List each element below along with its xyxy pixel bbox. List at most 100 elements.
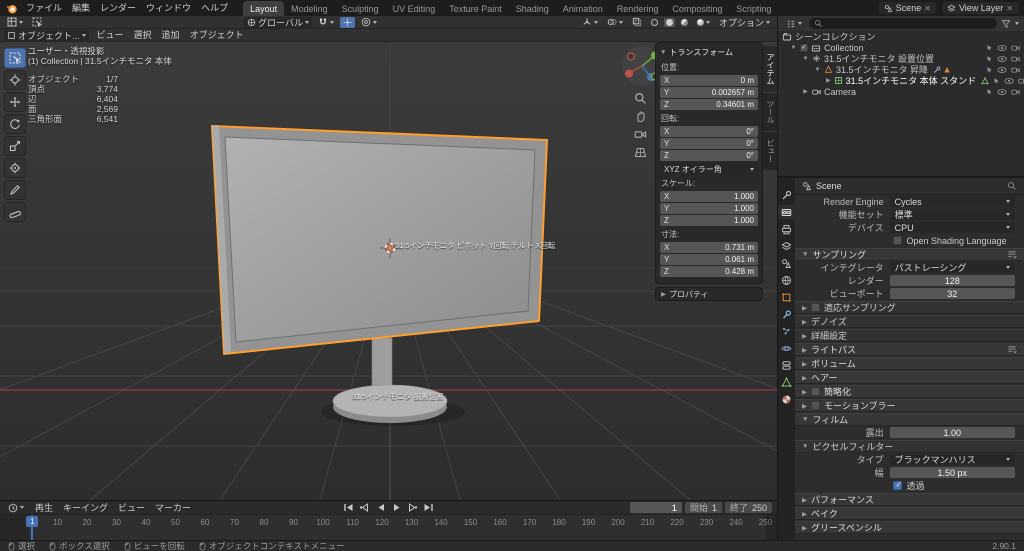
tool-cursor[interactable] <box>4 70 26 90</box>
render-camera-toggle[interactable] <box>1011 88 1020 96</box>
subsection-adaptive-sampling[interactable]: ▶ 適応サンプリング <box>795 301 1024 314</box>
tab-material[interactable] <box>778 392 795 406</box>
tab-particles[interactable] <box>778 324 795 338</box>
sidebar-tab-view[interactable]: ビュー <box>763 132 777 170</box>
properties-collapsed-panel[interactable]: ▶ プロパティ <box>655 287 763 301</box>
topbar-menu-item[interactable]: ファイル <box>21 0 67 16</box>
expand-arrow-icon[interactable]: ▼ <box>802 56 809 62</box>
section-performance[interactable]: ▶ パフォーマンス <box>795 493 1024 506</box>
filter-button[interactable] <box>1001 19 1011 29</box>
outliner-row-camera[interactable]: ▶ Camera <box>778 86 1024 97</box>
subsection-pixel-filter[interactable]: ▼ ピクセルフィルター <box>795 440 1024 453</box>
dimension-field[interactable]: Z 0.428 m <box>660 266 758 277</box>
workspace-tab[interactable]: Shading <box>509 1 556 16</box>
render-engine-dropdown[interactable]: Cycles <box>889 196 1015 207</box>
overlays-dropdown[interactable] <box>604 17 626 28</box>
rotation-field[interactable]: X 0° <box>660 126 758 137</box>
workspace-tab[interactable]: Rendering <box>610 1 666 16</box>
location-field[interactable]: X 0 m <box>660 75 758 86</box>
visibility-eye-toggle[interactable] <box>997 66 1007 74</box>
active-tool-button[interactable] <box>29 17 45 28</box>
section-motion-blur[interactable]: ▶ モーションブラー <box>795 399 1024 412</box>
viewport-menu-item[interactable]: オブジェクト <box>185 27 249 43</box>
workspace-tab[interactable]: Modeling <box>284 1 335 16</box>
selectable-toggle[interactable] <box>985 55 993 63</box>
timeline-menu-item[interactable]: マーカー <box>150 500 196 516</box>
sidebar-tab-item[interactable]: アイテム <box>763 46 777 92</box>
selectable-toggle[interactable] <box>985 44 993 52</box>
expand-arrow-icon[interactable]: ▼ <box>814 67 821 73</box>
selectable-toggle[interactable] <box>992 77 1000 85</box>
zoom-button[interactable] <box>634 92 647 105</box>
outliner-editor-type-button[interactable] <box>783 18 805 29</box>
monitor-stand-column[interactable] <box>371 337 393 391</box>
filter-width-field[interactable]: 1.50 px <box>889 467 1015 478</box>
scene-selector[interactable]: Scene ✕ <box>878 2 936 14</box>
workspace-tab[interactable]: Layout <box>243 1 285 16</box>
expand-arrow-icon[interactable]: ▶ <box>802 88 809 95</box>
tool-measure[interactable] <box>4 202 26 222</box>
cone-data-icon[interactable] <box>943 66 951 74</box>
view-layer-selector[interactable]: View Layer ✕ <box>941 2 1018 14</box>
feature-set-dropdown[interactable]: 標準 <box>889 209 1015 220</box>
osl-checkbox[interactable] <box>893 236 903 245</box>
tab-world[interactable] <box>778 273 795 287</box>
tab-modifiers[interactable] <box>778 307 795 321</box>
visibility-eye-toggle[interactable] <box>1004 77 1014 85</box>
breadcrumb[interactable]: Scene <box>802 181 842 191</box>
scale-field[interactable]: Y 1.000 <box>660 203 758 214</box>
motion-blur-checkbox[interactable] <box>811 401 820 410</box>
viewport-menu-item[interactable]: 追加 <box>157 27 185 43</box>
chevron-down-icon[interactable] <box>1015 22 1019 25</box>
visibility-eye-toggle[interactable] <box>997 44 1007 52</box>
presets-icon[interactable] <box>1007 250 1017 259</box>
tool-move[interactable] <box>4 92 26 112</box>
section-bake[interactable]: ▶ ベイク <box>795 507 1024 520</box>
properties-search-button[interactable] <box>1007 181 1017 191</box>
view-layer-unlink-icon[interactable]: ✕ <box>1006 4 1013 13</box>
tool-rotate[interactable] <box>4 114 26 134</box>
start-frame-field[interactable]: 開始 1 <box>684 502 722 513</box>
tab-render[interactable] <box>778 205 795 219</box>
xray-toggle-button[interactable] <box>629 17 645 28</box>
end-frame-field[interactable]: 終了 250 <box>724 502 772 513</box>
workspace-tab[interactable]: Texture Paint <box>442 1 509 16</box>
presets-icon[interactable] <box>1007 345 1017 354</box>
rotation-field[interactable]: Z 0° <box>660 150 758 161</box>
gizmos-dropdown[interactable] <box>579 17 601 28</box>
section-volumes[interactable]: ▶ ボリューム <box>795 357 1024 370</box>
play-button[interactable] <box>390 502 403 513</box>
workspace-tab[interactable]: Sculpting <box>335 1 386 16</box>
topbar-menu-item[interactable]: 編集 <box>67 0 95 16</box>
shading-rendered-button[interactable] <box>694 17 713 28</box>
pan-button[interactable] <box>634 110 647 123</box>
tab-object-data[interactable] <box>778 375 795 389</box>
topbar-menu-item[interactable]: レンダー <box>95 0 141 16</box>
proportional-edit-button[interactable] <box>358 17 380 28</box>
shading-wireframe-button[interactable] <box>648 17 661 28</box>
dimension-field[interactable]: X 0.731 m <box>660 242 758 253</box>
render-camera-toggle[interactable] <box>1011 66 1020 74</box>
workspace-tab[interactable]: Scripting <box>729 1 778 16</box>
camera-view-button[interactable] <box>634 128 647 141</box>
topbar-menu-item[interactable]: ヘルプ <box>196 0 233 16</box>
dimension-field[interactable]: Y 0.061 m <box>660 254 758 265</box>
scale-field[interactable]: X 1.000 <box>660 191 758 202</box>
jump-to-start-button[interactable] <box>342 502 355 513</box>
render-camera-toggle[interactable] <box>1011 44 1020 52</box>
jump-to-end-button[interactable] <box>422 502 435 513</box>
samples-viewport-field[interactable]: 32 <box>889 288 1015 299</box>
workspace-tab[interactable]: UV Editing <box>386 1 443 16</box>
scene-unlink-icon[interactable]: ✕ <box>924 4 931 13</box>
expand-arrow-icon[interactable]: ▶ <box>826 77 831 84</box>
options-dropdown[interactable]: オプション <box>716 17 773 28</box>
outliner-row-scene-collection[interactable]: シーンコレクション <box>778 31 1024 42</box>
perspective-toggle-button[interactable] <box>634 146 647 159</box>
location-field[interactable]: Z 0.34601 m <box>660 99 758 110</box>
viewport-menu-item[interactable]: 選択 <box>129 27 157 43</box>
location-field[interactable]: Y 0.002657 m <box>660 87 758 98</box>
outliner-row-body-stand[interactable]: ▶ 31.5インチモニタ 本体 スタンド <box>778 75 1024 86</box>
tool-annotate[interactable] <box>4 180 26 200</box>
blender-logo[interactable] <box>6 2 19 15</box>
viewport-3d[interactable]: グローバル オプション オブジェクト... ビュー 選択 追加 オブジェクト ユ… <box>0 16 777 500</box>
